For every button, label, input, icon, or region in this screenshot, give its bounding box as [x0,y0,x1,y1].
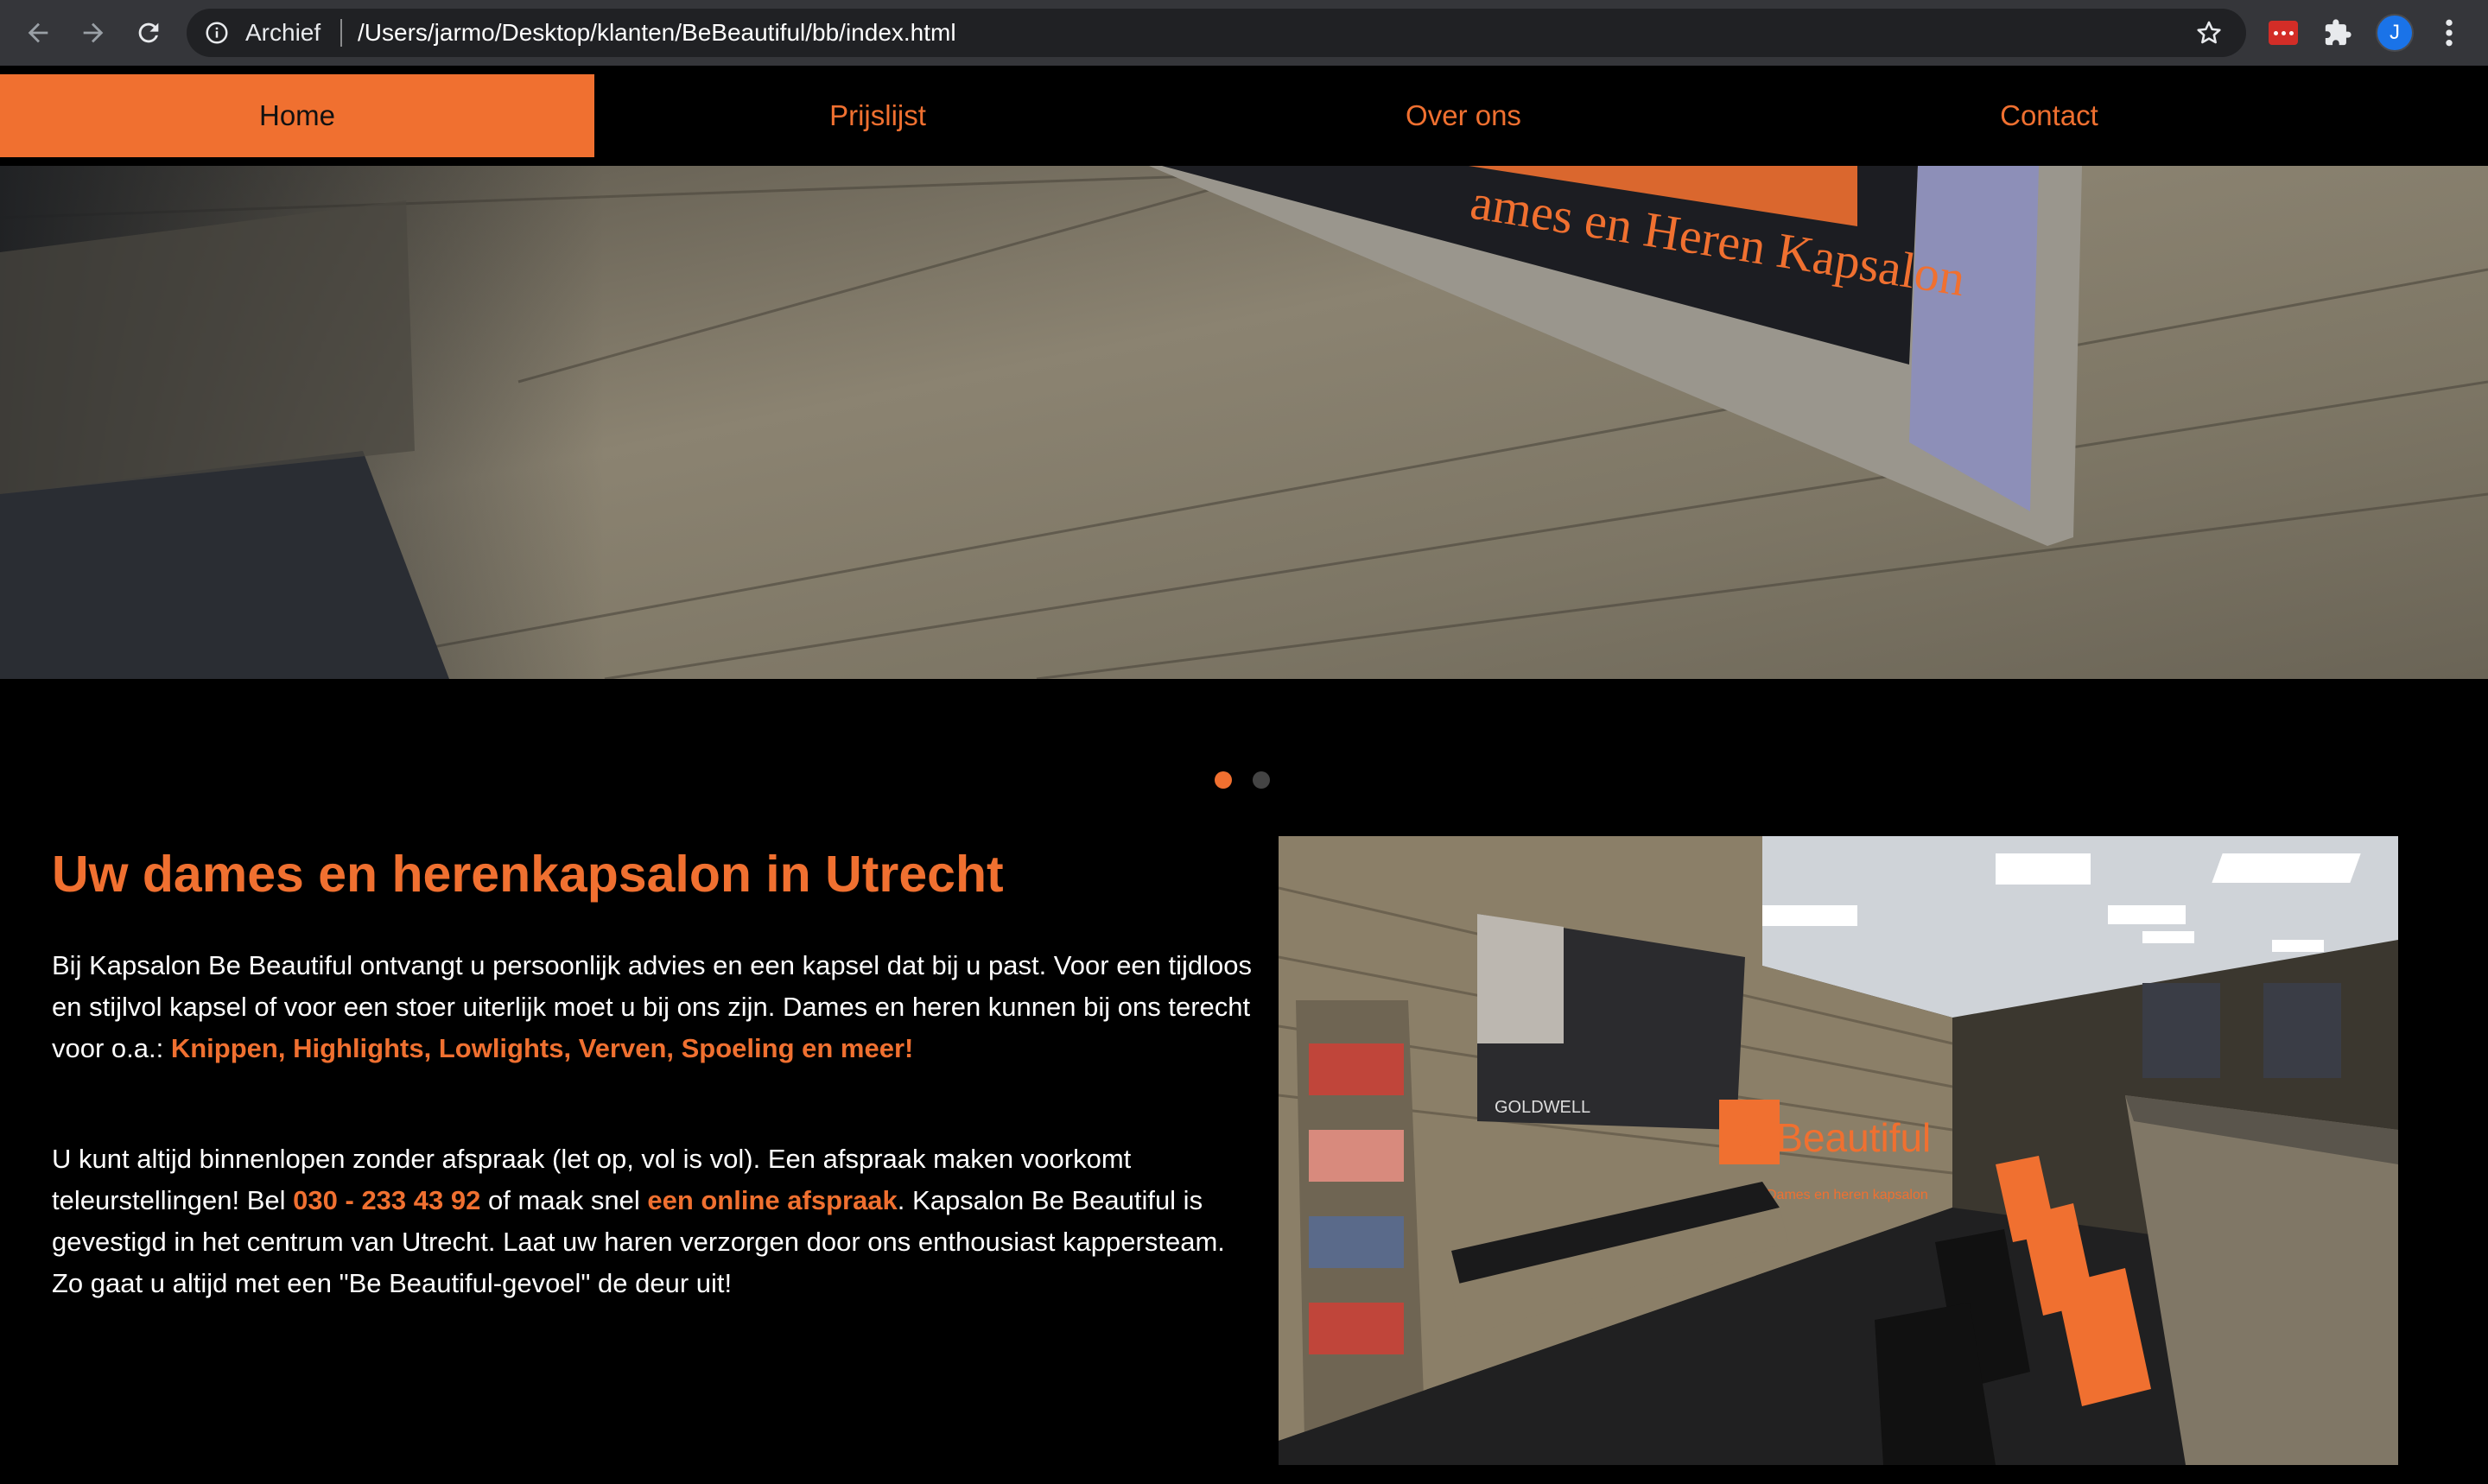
lastpass-extension-icon[interactable] [2269,21,2298,45]
online-appointment-link[interactable]: een online afspraak [647,1185,897,1215]
bookmark-star-icon[interactable] [2194,18,2224,48]
hero-slider[interactable]: ames en Heren Kapsalon [0,166,2488,679]
site-info-label[interactable]: Archief [245,19,321,47]
nav-prijslijst[interactable]: Prijslijst [581,74,1175,157]
back-button[interactable] [21,16,55,50]
photo-poster-text: GOLDWELL [1495,1098,1590,1117]
salon-interior-photo: GOLDWELL BeBeautiful Dames en heren kaps… [1279,836,2398,1465]
extensions-puzzle-icon[interactable] [2322,17,2353,48]
info-icon[interactable] [204,20,230,46]
intro-paragraph: Bij Kapsalon Be Beautiful ontvangt u per… [52,945,1253,1069]
address-bar[interactable]: Archief /Users/jarmo/Desktop/klanten/BeB… [187,9,2246,57]
main-navigation: Home Prijslijst Over ons Contact [0,66,2488,166]
omnibox-separator [340,19,342,47]
reload-button[interactable] [131,16,166,50]
phone-link[interactable]: 030 - 233 43 92 [293,1185,480,1215]
appointment-paragraph: U kunt altijd binnenlopen zonder afspraa… [52,1138,1253,1304]
nav-home[interactable]: Home [0,74,594,157]
profile-avatar[interactable]: J [2376,14,2414,52]
services-highlight: Knippen, Highlights, Lowlights, Verven, … [170,1033,914,1063]
slider-dot-2[interactable] [1253,771,1270,789]
slider-dot-1[interactable] [1215,771,1232,789]
nav-over-ons[interactable]: Over ons [1166,74,1761,157]
appointment-text-b: of maak snel [480,1185,648,1215]
browser-toolbar: Archief /Users/jarmo/Desktop/klanten/BeB… [0,0,2488,66]
reload-icon [138,22,159,43]
url-text[interactable]: /Users/jarmo/Desktop/klanten/BeBeautiful… [358,19,956,47]
arrow-left-icon [28,22,48,43]
photo-tagline: Dames en heren kapsalon [1767,1188,1928,1202]
nav-contact[interactable]: Contact [1752,74,2346,157]
forward-button[interactable] [76,16,111,50]
arrow-right-icon [83,22,104,43]
hero-image: ames en Heren Kapsalon [0,166,2488,679]
photo-logo: BeBeautiful [1728,1115,1931,1160]
slider-dots [1215,771,1270,789]
page-title: Uw dames en herenkapsalon in Utrecht [52,846,1004,903]
more-menu-icon[interactable] [2436,16,2462,50]
